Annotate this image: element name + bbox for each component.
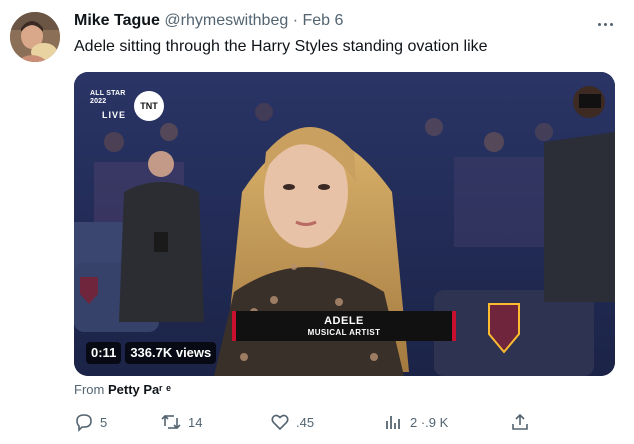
action-bar: 5 14 .45 2 ·.9 K bbox=[74, 412, 534, 434]
views-count: 2 ·.9 K bbox=[410, 414, 449, 430]
tweet-header: Mike Tague @rhymeswithbeg · Feb 6 bbox=[74, 12, 343, 34]
user-handle[interactable]: @rhymeswithbeg bbox=[164, 12, 288, 29]
retweet-icon bbox=[161, 414, 181, 430]
video-views: 336.7K views bbox=[125, 342, 217, 364]
lower-third-role: MUSICAL ARTIST bbox=[307, 328, 381, 337]
lower-third-name: ADELE bbox=[324, 315, 364, 327]
reply-button[interactable]: 5 bbox=[74, 412, 107, 432]
separator-dot: · bbox=[292, 12, 299, 29]
avatar-image bbox=[10, 12, 60, 62]
retweet-count: 14 bbox=[188, 414, 203, 430]
views-button[interactable]: 2 ·.9 K bbox=[384, 412, 448, 432]
source-link[interactable]: Petty Paʳ ᵉ bbox=[108, 382, 171, 397]
like-count: .45 bbox=[296, 414, 315, 430]
tweet-date[interactable]: Feb 6 bbox=[302, 12, 343, 29]
live-label: LIVE bbox=[102, 110, 127, 120]
avatar[interactable] bbox=[10, 12, 60, 62]
more-options-icon[interactable] bbox=[592, 14, 618, 34]
reply-count: 5 bbox=[100, 414, 108, 430]
video-stats: 0:11 336.7K views bbox=[86, 342, 217, 364]
video-source: From Petty Paʳ ᵉ bbox=[74, 382, 171, 397]
display-name[interactable]: Mike Tague bbox=[74, 12, 160, 29]
broadcast-logo: ALL STAR 2022 bbox=[90, 90, 126, 105]
like-icon bbox=[271, 414, 289, 431]
reply-icon bbox=[76, 414, 92, 432]
tweet[interactable]: Mike Tague @rhymeswithbeg · Feb 6 Adele … bbox=[0, 0, 634, 444]
network-logo: TNT bbox=[134, 91, 164, 121]
views-icon bbox=[386, 416, 400, 429]
share-icon bbox=[512, 413, 528, 430]
lower-third: ADELE MUSICAL ARTIST bbox=[232, 311, 456, 341]
source-prefix: From bbox=[74, 382, 105, 397]
tweet-text: Adele sitting through the Harry Styles s… bbox=[74, 38, 488, 55]
like-button[interactable]: .45 bbox=[270, 412, 314, 432]
share-button[interactable] bbox=[510, 412, 530, 432]
broadcast-bug: ALL STAR 2022 LIVE bbox=[90, 90, 140, 120]
video-player[interactable]: ALL STAR 2022 LIVE TNT ADELE MUSICAL ART… bbox=[74, 72, 615, 376]
retweet-button[interactable]: 14 bbox=[160, 412, 202, 432]
video-duration: 0:11 bbox=[86, 342, 122, 364]
